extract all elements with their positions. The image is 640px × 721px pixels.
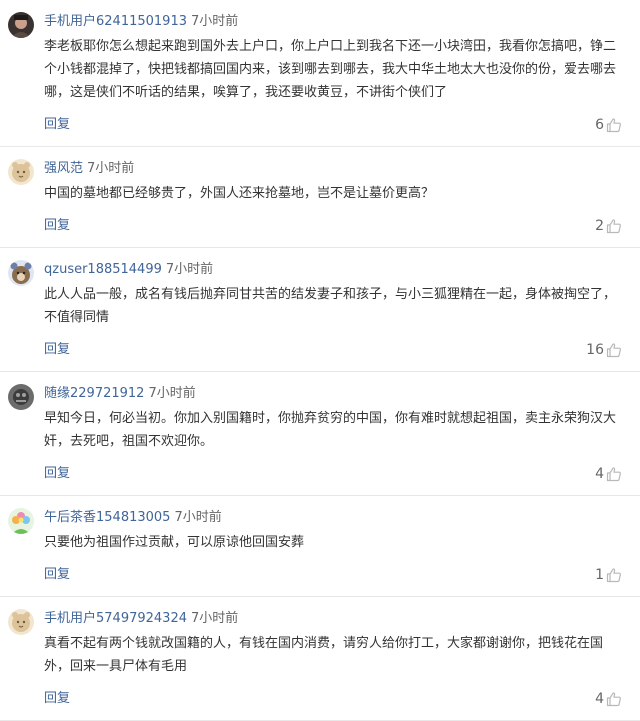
comment-actions: 回复 6	[44, 114, 622, 136]
comment-text: 早知今日，何必当初。你加入别国籍时，你抛弃贫穷的中国，你有难时就想起祖国，卖主永…	[44, 411, 617, 449]
username-link[interactable]: 随缘229721912	[44, 386, 144, 401]
thumbs-up-icon	[606, 342, 622, 358]
comment-item: qzuser188514499 7小时前 此人人品一般，成名有钱后抛弃同甘共苦的结…	[0, 248, 640, 372]
comment-item: 随缘229721912 7小时前 早知今日，何必当初。你加入别国籍时，你抛弃贫穷的…	[0, 372, 640, 496]
like-count: 1	[595, 567, 604, 583]
timestamp: 7小时前	[87, 161, 135, 176]
like-button[interactable]: 6	[595, 114, 622, 136]
timestamp: 7小时前	[190, 611, 239, 626]
thumbs-up-icon	[606, 117, 622, 133]
reply-button[interactable]: 回复	[44, 117, 70, 132]
username-link[interactable]: 强风范	[44, 161, 83, 176]
comment-actions: 回复 2	[44, 215, 622, 237]
username-link[interactable]: qzuser188514499	[44, 262, 162, 277]
comment-item: 手机用户62411501913 7小时前 李老板耶你怎么想起来跑到国外去上户口，你…	[0, 0, 640, 147]
like-button[interactable]: 2	[595, 215, 622, 237]
dark-photo-avatar-icon[interactable]	[8, 384, 34, 410]
comment-actions: 回复 16	[44, 339, 622, 361]
thumbs-up-icon	[606, 466, 622, 482]
comment-meta: 手机用户57497924324 7小时前	[44, 609, 622, 629]
like-button[interactable]: 16	[586, 339, 622, 361]
timestamp: 7小时前	[174, 510, 222, 525]
comment-meta: 手机用户62411501913 7小时前	[44, 12, 622, 32]
timestamp: 7小时前	[148, 386, 196, 401]
comment-meta: 随缘229721912 7小时前	[44, 384, 622, 404]
timestamp: 7小时前	[190, 14, 239, 29]
cartoon-avatar-icon[interactable]	[8, 260, 34, 286]
comment-actions: 回复 1	[44, 564, 622, 586]
default-avatar-icon[interactable]	[8, 609, 34, 635]
comment-item: 午后茶香154813005 7小时前 只要他为祖国作过贡献，可以原谅他回国安葬 回…	[0, 496, 640, 597]
comment-list: 手机用户62411501913 7小时前 李老板耶你怎么想起来跑到国外去上户口，你…	[0, 0, 640, 721]
thumbs-up-icon	[606, 567, 622, 583]
timestamp: 7小时前	[165, 262, 214, 277]
like-button[interactable]: 4	[595, 688, 622, 710]
comment-text: 真看不起有两个钱就改国籍的人，有钱在国内消费，请穷人给你打工，大家都谢谢你，把钱…	[44, 636, 604, 674]
comment-item: 强风范 7小时前 中国的墓地都已经够贵了，外国人还来抢墓地，岂不是让墓价更高？ 回…	[0, 147, 640, 248]
like-count: 6	[595, 117, 604, 133]
like-count: 4	[595, 466, 604, 482]
reply-button[interactable]: 回复	[44, 342, 70, 357]
comment-item: 手机用户57497924324 7小时前 真看不起有两个钱就改国籍的人，有钱在国内…	[0, 597, 640, 721]
comment-text: 只要他为祖国作过贡献，可以原谅他回国安葬	[44, 535, 305, 550]
default-avatar-icon[interactable]	[8, 159, 34, 185]
comment-text: 此人人品一般，成名有钱后抛弃同甘共苦的结发妻子和孩子，与小三狐狸精在一起，身体被…	[44, 287, 617, 325]
like-button[interactable]: 1	[595, 564, 622, 586]
reply-button[interactable]: 回复	[44, 691, 70, 706]
comment-actions: 回复 4	[44, 463, 622, 485]
portrait-photo-avatar-icon[interactable]	[8, 12, 34, 38]
reply-button[interactable]: 回复	[44, 218, 70, 233]
reply-button[interactable]: 回复	[44, 466, 70, 481]
comment-text: 中国的墓地都已经够贵了，外国人还来抢墓地，岂不是让墓价更高？	[44, 186, 435, 201]
username-link[interactable]: 手机用户57497924324	[44, 611, 187, 626]
comment-meta: 午后茶香154813005 7小时前	[44, 508, 622, 528]
comment-actions: 回复 4	[44, 688, 622, 710]
comment-meta: 强风范 7小时前	[44, 159, 622, 179]
like-count: 2	[595, 218, 604, 234]
reply-button[interactable]: 回复	[44, 567, 70, 582]
like-count: 4	[595, 691, 604, 707]
username-link[interactable]: 午后茶香154813005	[44, 510, 170, 525]
thumbs-up-icon	[606, 691, 622, 707]
username-link[interactable]: 手机用户62411501913	[44, 14, 187, 29]
comment-text: 李老板耶你怎么想起来跑到国外去上户口，你上户口上到我名下还一小块湾田，我看你怎搞…	[44, 39, 617, 100]
flower-avatar-icon[interactable]	[8, 508, 34, 534]
thumbs-up-icon	[606, 218, 622, 234]
like-button[interactable]: 4	[595, 463, 622, 485]
comment-meta: qzuser188514499 7小时前	[44, 260, 622, 280]
like-count: 16	[586, 342, 604, 358]
